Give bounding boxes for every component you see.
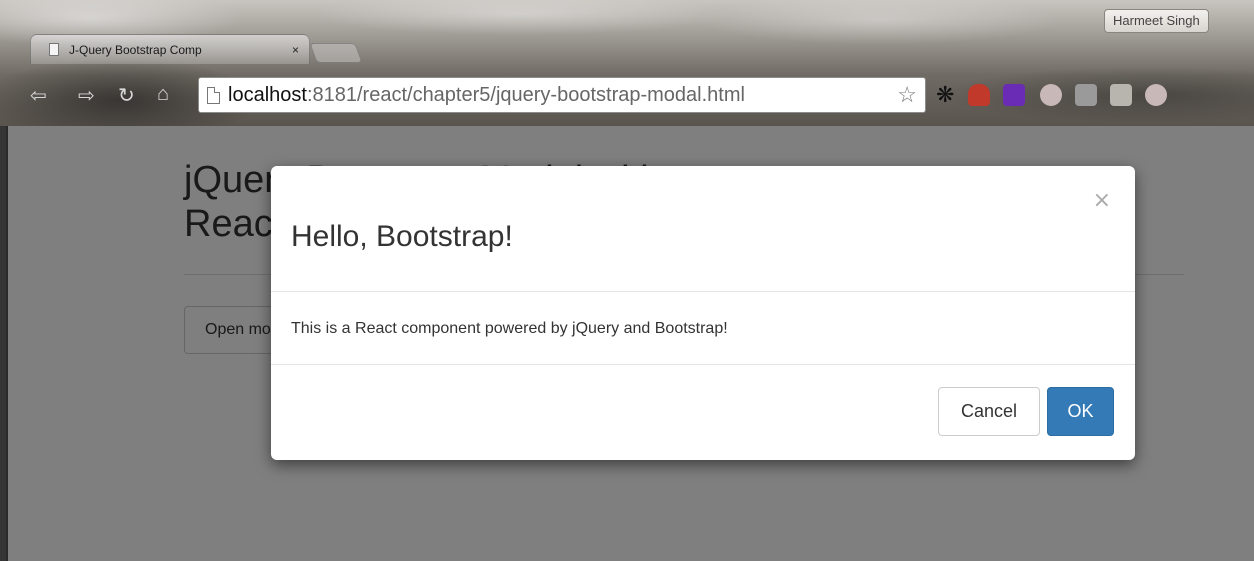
angular-icon[interactable]: [1040, 84, 1062, 106]
angular-icon[interactable]: [1145, 84, 1167, 106]
cancel-button[interactable]: Cancel: [938, 387, 1040, 436]
page-icon: [49, 43, 59, 56]
gear-icon[interactable]: ❋: [936, 84, 958, 106]
home-icon[interactable]: ⌂: [157, 83, 169, 106]
reload-icon[interactable]: ↻: [118, 83, 135, 108]
url-host: localhost: [228, 83, 307, 106]
modal-header: Hello, Bootstrap! ×: [271, 166, 1135, 292]
modal-body: This is a React component powered by jQu…: [271, 292, 1135, 365]
browser-chrome: Harmeet Singh J-Query Bootstrap Comp × ⇦…: [0, 0, 1254, 126]
extension-square-icon[interactable]: [1075, 84, 1097, 106]
new-tab-button[interactable]: [309, 43, 363, 63]
back-arrow-icon[interactable]: ⇦: [30, 83, 47, 108]
modal-title: Hello, Bootstrap!: [291, 220, 513, 253]
tab-close-button[interactable]: ×: [292, 43, 299, 57]
close-button[interactable]: ×: [1093, 188, 1111, 213]
modal-body-text: This is a React component powered by jQu…: [291, 320, 728, 337]
forward-arrow-icon[interactable]: ⇨: [78, 83, 95, 108]
modal-footer: Cancel OK: [271, 365, 1135, 459]
page-icon: [207, 86, 220, 104]
ok-button[interactable]: OK: [1047, 387, 1114, 436]
modal-dialog: Hello, Bootstrap! × This is a React comp…: [271, 166, 1135, 460]
extension-purple-icon[interactable]: [1003, 84, 1025, 106]
profile-button[interactable]: Harmeet Singh: [1104, 9, 1209, 33]
browser-tab[interactable]: J-Query Bootstrap Comp ×: [30, 34, 310, 64]
bookmark-star-icon[interactable]: ☆: [897, 82, 917, 108]
extension-list-icon[interactable]: [1110, 84, 1132, 106]
address-bar[interactable]: localhost:8181/react/chapter5/jquery-boo…: [198, 77, 926, 113]
incognito-icon[interactable]: [968, 84, 990, 106]
tab-title: J-Query Bootstrap Comp: [69, 42, 202, 57]
url-path: :8181/react/chapter5/jquery-bootstrap-mo…: [306, 83, 745, 106]
